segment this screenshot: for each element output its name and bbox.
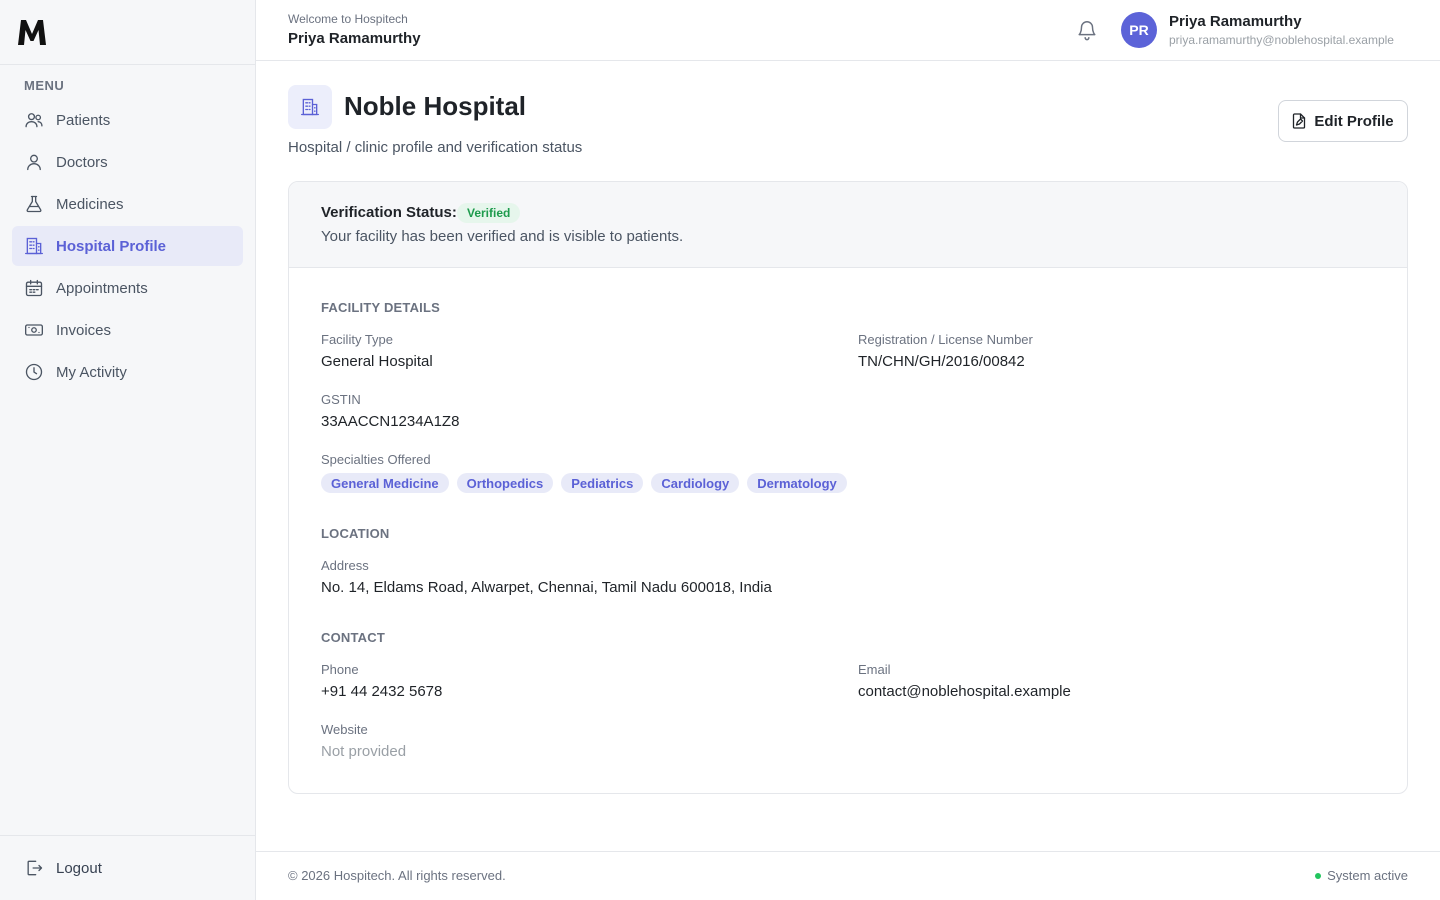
sidebar-item-medicines[interactable]: Medicines	[12, 184, 243, 224]
menu-label: MENU	[24, 78, 65, 93]
sidebar-item-doctors[interactable]: Doctors	[12, 142, 243, 182]
sidebar-item-invoices[interactable]: Invoices	[12, 310, 243, 350]
phone-label: Phone	[321, 662, 359, 677]
address-value: No. 14, Eldams Road, Alwarpet, Chennai, …	[321, 579, 772, 596]
facility-section-title: FACILITY DETAILS	[321, 300, 441, 315]
clock-icon	[25, 363, 43, 381]
email-label: Email	[858, 662, 891, 677]
title-icon-box	[288, 85, 332, 129]
edit-profile-label: Edit Profile	[1314, 112, 1394, 130]
sidebar-item-hospital-profile[interactable]: Hospital Profile	[12, 226, 243, 266]
specialty-tag: Pediatrics	[561, 473, 644, 493]
website-value: Not provided	[321, 743, 407, 760]
user-icon	[27, 154, 41, 171]
copyright-text: © 2026 Hospitech. All rights reserved.	[288, 868, 506, 883]
page-subtitle: Hospital / clinic profile and verificati…	[288, 139, 583, 156]
logout-label: Logout	[56, 859, 102, 877]
page-title: Noble Hospital	[344, 91, 527, 121]
specialty-tag: Orthopedics	[456, 473, 554, 493]
main-content: Noble Hospital Hospital / clinic profile…	[256, 61, 1440, 851]
verification-message: Your facility has been verified and is v…	[321, 228, 684, 245]
location-section-title: LOCATION	[321, 526, 390, 541]
facility-type-value: General Hospital	[321, 353, 433, 370]
file-edit-icon	[1293, 113, 1306, 129]
welcome-text: Welcome to Hospitech	[288, 12, 408, 26]
calendar-icon	[25, 279, 43, 297]
gstin-value: 33AACCN1234A1Z8	[321, 413, 460, 430]
edit-profile-button[interactable]: Edit Profile	[1278, 100, 1408, 142]
logout-icon	[27, 860, 43, 876]
logo[interactable]	[0, 0, 255, 65]
sidebar-item-label: Invoices	[56, 321, 112, 339]
sidebar-item-patients[interactable]: Patients	[12, 100, 243, 140]
sidebar-item-label: Appointments	[56, 279, 148, 297]
sidebar-item-label: Medicines	[56, 195, 124, 213]
specialties-label: Specialties Offered	[321, 452, 431, 467]
facility-type-label: Facility Type	[321, 332, 394, 347]
registration-label: Registration / License Number	[858, 332, 1033, 347]
system-status-label: System active	[1327, 868, 1408, 883]
logo-icon	[18, 20, 46, 45]
header-user-name: Priya Ramamurthy	[288, 30, 421, 47]
sidebar-item-my-activity[interactable]: My Activity	[12, 352, 243, 392]
website-label: Website	[321, 722, 368, 737]
building-icon	[301, 98, 319, 116]
flask-icon	[26, 195, 42, 213]
profile-card: Verification Status: Verified Your facil…	[288, 181, 1408, 794]
email-value: contact@noblehospital.example	[858, 683, 1071, 700]
sidebar-item-label: My Activity	[56, 363, 127, 381]
avatar[interactable]: PR	[1121, 12, 1157, 48]
status-badge: Verified	[457, 203, 521, 223]
sidebar-nav: Patients Doctors Medicines Hospital Prof…	[12, 100, 243, 394]
system-status: System active	[1315, 868, 1408, 883]
specialty-tag: Cardiology	[651, 473, 740, 493]
sidebar: MENU Patients Doctors Medicines Hospital…	[0, 0, 256, 900]
logout-button[interactable]: Logout	[0, 835, 255, 900]
sidebar-item-label: Doctors	[56, 153, 108, 171]
profile-name: Priya Ramamurthy	[1169, 13, 1302, 30]
gstin-label: GSTIN	[321, 392, 361, 407]
top-header: Welcome to Hospitech Priya Ramamurthy PR…	[256, 0, 1440, 61]
building-icon	[25, 237, 43, 255]
footer: © 2026 Hospitech. All rights reserved. S…	[256, 851, 1440, 900]
bell-icon[interactable]	[1076, 19, 1098, 41]
verification-label: Verification Status:	[321, 204, 457, 221]
sidebar-item-label: Patients	[56, 111, 111, 129]
specialty-tag: Dermatology	[747, 473, 847, 493]
users-icon	[25, 113, 43, 128]
specialties-list: General Medicine Orthopedics Pediatrics …	[321, 473, 847, 493]
banknote-icon	[25, 324, 43, 336]
status-dot	[1315, 872, 1322, 879]
contact-section-title: CONTACT	[321, 630, 385, 645]
profile-email: priya.ramamurthy@noblehospital.example	[1169, 33, 1394, 47]
sidebar-item-appointments[interactable]: Appointments	[12, 268, 243, 308]
specialty-tag: General Medicine	[321, 473, 449, 493]
verification-panel: Verification Status: Verified Your facil…	[289, 182, 1407, 268]
sidebar-item-label: Hospital Profile	[56, 237, 167, 255]
address-label: Address	[321, 558, 369, 573]
phone-value: +91 44 2432 5678	[321, 683, 443, 700]
registration-value: TN/CHN/GH/2016/00842	[858, 353, 1025, 370]
